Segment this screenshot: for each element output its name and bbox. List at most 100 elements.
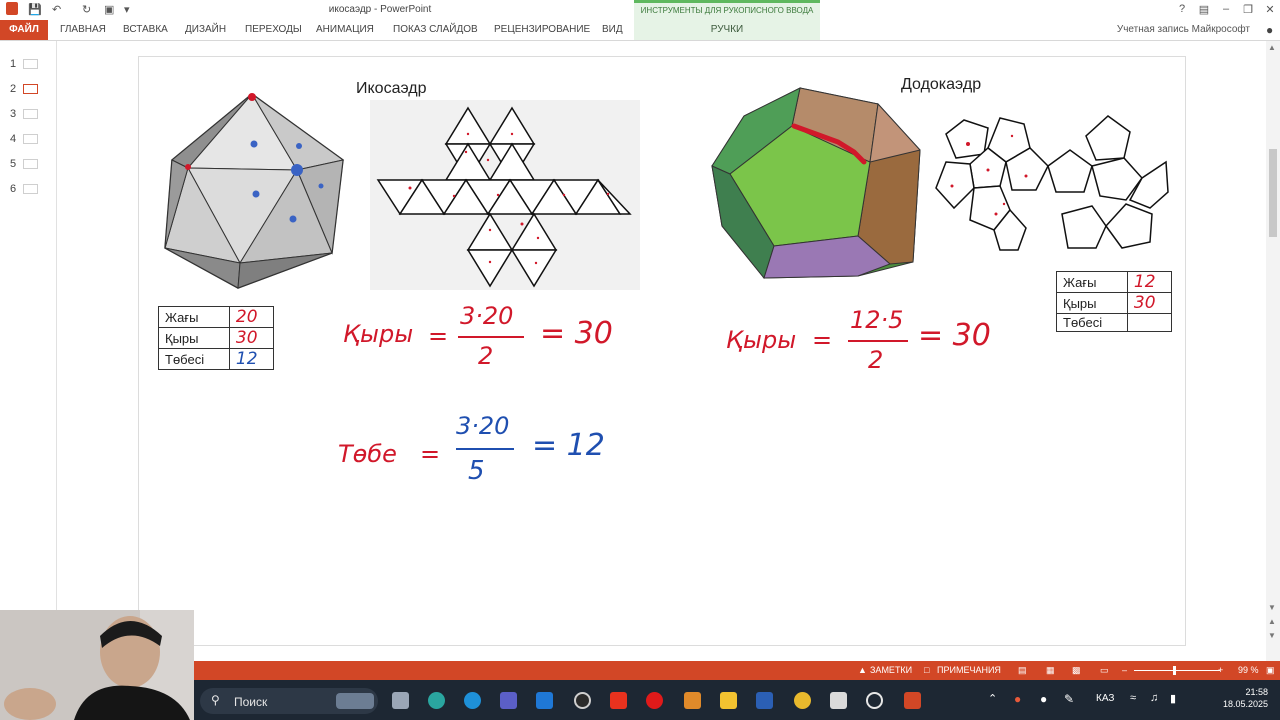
paint-icon[interactable] — [830, 692, 847, 709]
next-slide-icon[interactable]: ▼ — [1268, 631, 1276, 640]
photos-icon[interactable] — [684, 692, 701, 709]
tray-app-icon[interactable]: ● — [1014, 692, 1021, 706]
powerpoint-taskbar-icon[interactable] — [904, 692, 921, 709]
ink-ico-vertices-denominator: 5 — [468, 456, 485, 486]
table-row: Төбесі 12 — [158, 348, 275, 370]
previous-slide-icon[interactable]: ▲ — [1268, 617, 1276, 626]
notes-icon[interactable]: ▲ — [858, 665, 867, 675]
tab-animation[interactable]: АНИМАЦИЯ — [316, 24, 374, 35]
vertical-scrollbar[interactable]: ▲ ▼ ▲ ▼ — [1266, 41, 1280, 661]
thumbnail-slide-2[interactable]: 2 — [0, 82, 56, 98]
user-icon[interactable]: ● — [1266, 23, 1273, 37]
tab-pens[interactable]: РУЧКИ — [634, 20, 820, 40]
taskbar: ⚲ Поиск ⌃ ● ● ✎ КАЗ ≈ ♫ ▮ 21:58 18.05.20… — [194, 680, 1280, 720]
faces-label: Жағы — [158, 306, 230, 328]
faces-label: Жағы — [1056, 271, 1128, 293]
scrollbar-thumb[interactable] — [1269, 149, 1277, 237]
icosahedron-title: Икосаэдр — [356, 80, 427, 97]
slideshow-icon[interactable]: ▭ — [1100, 665, 1109, 676]
chrome-icon[interactable] — [794, 692, 811, 709]
language-indicator[interactable]: КАЗ — [1096, 693, 1114, 704]
word-icon[interactable] — [756, 692, 773, 709]
account-menu[interactable]: Учетная запись Майкрософт — [1117, 24, 1250, 35]
thumbnail-number: 3 — [10, 108, 17, 120]
zoom-in-icon[interactable]: + — [1218, 665, 1223, 675]
ink-fraction-bar — [458, 336, 524, 338]
notes-button[interactable]: ЗАМЕТКИ — [870, 665, 912, 675]
minimize-icon[interactable]: – — [1218, 3, 1234, 15]
search-icon: ⚲ — [211, 693, 220, 707]
edges-value: 30 — [1126, 292, 1173, 314]
normal-view-icon[interactable]: ▤ — [1018, 665, 1027, 676]
thumbnail-slide-5[interactable]: 5 — [0, 157, 56, 173]
zoom-slider[interactable] — [1134, 670, 1220, 671]
pen-icon[interactable]: ✎ — [1064, 692, 1074, 706]
thumbnail-slide-1[interactable]: 1 — [0, 57, 56, 73]
zoom-level[interactable]: 99 % — [1238, 665, 1259, 675]
tab-view[interactable]: ВИД — [602, 24, 623, 35]
restore-icon[interactable]: ❐ — [1240, 3, 1256, 16]
ink-vertices-word: Төбе — [338, 440, 397, 468]
thumbnail-image — [23, 59, 38, 69]
yandex-icon[interactable] — [610, 692, 627, 709]
reading-view-icon[interactable]: ▩ — [1072, 665, 1081, 676]
help-icon[interactable]: ? — [1174, 3, 1190, 15]
microphone-icon[interactable]: ● — [1040, 692, 1047, 706]
store-icon[interactable] — [536, 692, 553, 709]
thumbnail-image — [23, 159, 38, 169]
title-bar: 💾 ↶ ↻ ▣ ▾ икосаэдр - PowerPoint ИНСТРУМЕ… — [0, 0, 1280, 20]
close-icon[interactable]: ✕ — [1262, 3, 1278, 16]
tab-insert[interactable]: ВСТАВКА — [123, 24, 168, 35]
clock[interactable]: 21:58 18.05.2025 — [1223, 686, 1268, 710]
ink-equals-sign: = — [812, 326, 833, 354]
tab-review[interactable]: РЕЦЕНЗИРОВАНИЕ — [494, 24, 590, 35]
taskbar-search[interactable]: ⚲ Поиск — [200, 688, 378, 714]
ink-ico-edges-numerator: 3·20 — [460, 302, 514, 330]
volume-icon[interactable]: ♫ — [1150, 692, 1158, 704]
edges-label: Қыры — [1056, 292, 1128, 314]
task-view-icon[interactable] — [392, 692, 409, 709]
settings-icon[interactable] — [866, 692, 883, 709]
ink-ico-vertices-result: = 12 — [532, 428, 605, 463]
vertices-label: Төбесі — [1056, 313, 1128, 332]
table-row: Жағы 12 — [1056, 271, 1173, 293]
tab-design[interactable]: ДИЗАЙН — [185, 24, 226, 35]
tray-overflow-icon[interactable]: ⌃ — [988, 692, 997, 705]
tab-file[interactable]: ФАЙЛ — [0, 20, 48, 40]
slide-sorter-icon[interactable]: ▦ — [1046, 665, 1055, 676]
faces-value: 20 — [228, 306, 275, 328]
edge-icon[interactable] — [464, 692, 481, 709]
tab-transitions[interactable]: ПЕРЕХОДЫ — [245, 24, 302, 35]
webcam-overlay — [0, 610, 194, 720]
zoom-out-icon[interactable]: – — [1122, 665, 1127, 675]
scroll-down-icon[interactable]: ▼ — [1268, 603, 1276, 612]
thumbnail-slide-3[interactable]: 3 — [0, 107, 56, 123]
file-explorer-icon[interactable] — [720, 692, 737, 709]
thumbnail-slide-6[interactable]: 6 — [0, 182, 56, 198]
ink-edges-word: Қыры — [726, 326, 797, 354]
comments-button[interactable]: ПРИМЕЧАНИЯ — [937, 665, 1001, 675]
fit-to-window-icon[interactable]: ▣ — [1266, 665, 1275, 676]
copilot-icon[interactable] — [428, 692, 445, 709]
ink-dodeca-edges-result: = 30 — [918, 318, 991, 353]
scroll-up-icon[interactable]: ▲ — [1268, 43, 1276, 52]
thumbnail-slide-4[interactable]: 4 — [0, 132, 56, 148]
opera-icon[interactable] — [646, 692, 663, 709]
ink-ico-edges-result: = 30 — [540, 316, 613, 351]
wifi-icon[interactable]: ≈ — [1130, 692, 1136, 704]
vertices-label: Төбесі — [158, 348, 230, 370]
ribbon-display-icon[interactable]: ▤ — [1196, 3, 1212, 16]
comments-icon[interactable]: □ — [924, 665, 929, 675]
icosahedron-properties-table: Жағы 20 Қыры 30 Төбесі 12 — [158, 306, 275, 370]
zoom-slider-knob[interactable] — [1173, 666, 1176, 675]
table-row: Төбесі — [1056, 313, 1173, 332]
ink-fraction-bar — [456, 448, 514, 450]
tab-slideshow[interactable]: ПОКАЗ СЛАЙДОВ — [393, 24, 478, 35]
battery-icon[interactable]: ▮ — [1170, 692, 1176, 705]
tab-home[interactable]: ГЛАВНАЯ — [60, 24, 106, 35]
teams-icon[interactable] — [500, 692, 517, 709]
thumbnail-image — [23, 109, 38, 119]
clock-time: 21:58 — [1245, 687, 1268, 697]
thumbnail-image — [23, 184, 38, 194]
app-icon[interactable] — [574, 692, 591, 709]
